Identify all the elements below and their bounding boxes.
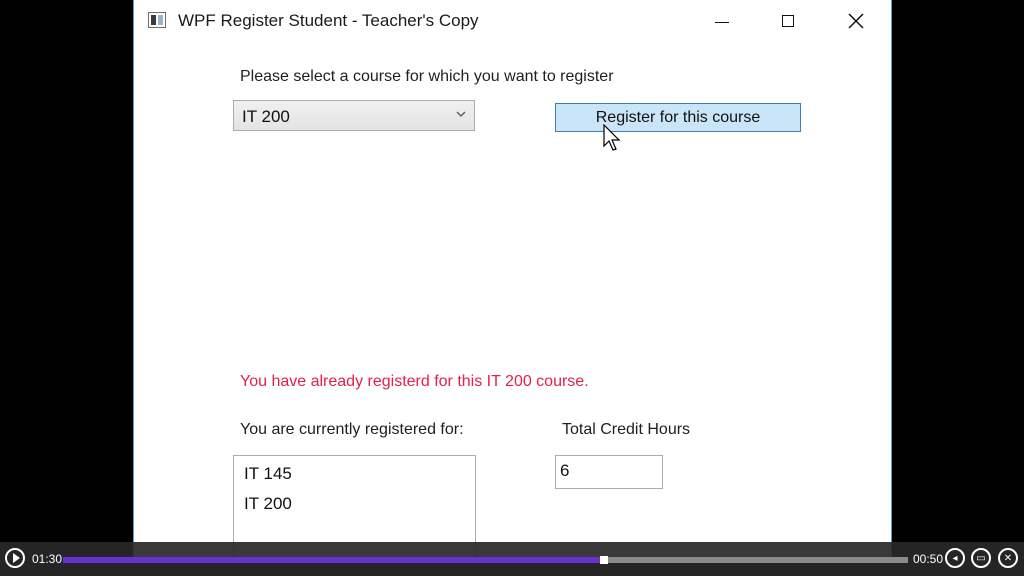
captions-icon[interactable]: ▭ <box>971 548 991 568</box>
video-player-controls: 01:30 00:50 ◂ ▭ ✕ <box>0 542 1024 576</box>
credit-hours-label: Total Credit Hours <box>562 421 691 438</box>
close-icon <box>848 13 864 29</box>
list-item[interactable]: IT 200 <box>244 494 292 514</box>
title-bar[interactable]: WPF Register Student - Teacher's Copy <box>134 0 891 42</box>
seek-bar-progress <box>63 557 604 563</box>
maximize-button[interactable] <box>765 0 811 42</box>
app-window: WPF Register Student - Teacher's Copy Pl… <box>133 0 892 560</box>
close-button[interactable] <box>833 0 879 42</box>
minimize-icon <box>715 21 729 23</box>
window-title: WPF Register Student - Teacher's Copy <box>178 11 479 30</box>
seek-bar-thumb[interactable] <box>599 556 608 564</box>
register-button[interactable]: Register for this course <box>555 103 801 132</box>
seek-bar[interactable] <box>63 556 908 564</box>
credit-hours-field[interactable]: 6 <box>555 455 663 489</box>
list-item[interactable]: IT 145 <box>244 464 292 484</box>
play-icon[interactable] <box>5 548 25 568</box>
chevron-down-icon <box>456 111 466 117</box>
course-prompt-label: Please select a course for which you wan… <box>240 68 614 85</box>
maximize-icon <box>782 15 794 27</box>
course-select-value: IT 200 <box>242 107 290 126</box>
elapsed-time: 01:30 <box>32 552 63 566</box>
volume-icon[interactable]: ◂ <box>945 548 965 568</box>
app-icon <box>148 12 166 28</box>
registered-courses-label: You are currently registered for: <box>240 421 464 438</box>
error-message: You have already registerd for this IT 2… <box>240 373 589 390</box>
fullscreen-exit-icon[interactable]: ✕ <box>998 548 1018 568</box>
minimize-button[interactable] <box>699 0 745 42</box>
credit-hours-value: 6 <box>560 461 570 480</box>
mouse-cursor-icon <box>603 124 621 151</box>
course-select[interactable]: IT 200 <box>233 100 475 131</box>
remaining-time: 00:50 <box>913 552 944 566</box>
